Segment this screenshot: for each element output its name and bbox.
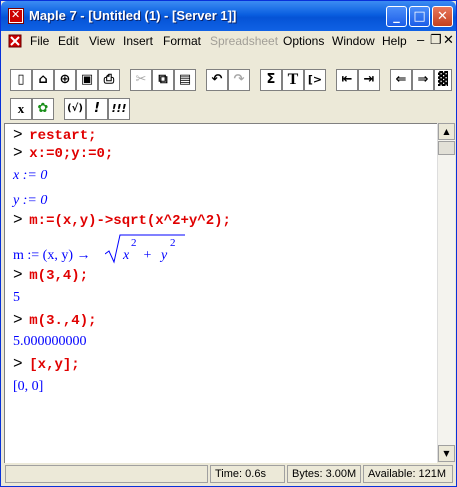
menu-edit[interactable]: Edit — [58, 34, 79, 48]
scroll-up-icon[interactable]: ▲ — [438, 123, 455, 140]
menu-options[interactable]: Options — [283, 34, 324, 48]
maximize-button[interactable]: □ — [409, 6, 430, 27]
paste-icon[interactable]: ▤ — [174, 69, 196, 91]
output-m-plus: + — [140, 248, 155, 263]
prompt: > — [13, 311, 23, 329]
vertical-scrollbar[interactable]: ▲ ▼ — [437, 123, 455, 462]
input-line-5[interactable]: > m(3.,4); — [13, 311, 97, 329]
stop-icon[interactable]: ▓ — [434, 69, 452, 91]
output-x-text: x := 0 — [13, 168, 48, 183]
output-y: y := 0 — [13, 193, 47, 209]
open-folder-icon[interactable]: ⌂ — [32, 69, 54, 91]
output-x: x := 0 — [13, 168, 47, 184]
menu-file[interactable]: File — [30, 34, 49, 48]
close-button[interactable]: ✕ — [432, 6, 453, 27]
prompt: > — [13, 355, 23, 373]
prompt: > — [13, 126, 23, 144]
main-toolbar: ▯ ⌂ ⊕ ▣ ⎙ ✂ ⧉ ▤ ↶ ↷ Σ T [> ⇤ ⇥ ⇐ ⇒ ▓ — [2, 67, 455, 93]
command-assign[interactable]: x:=0;y:=0; — [29, 146, 113, 162]
back-arrow-icon[interactable]: ⇐ — [390, 69, 412, 91]
menu-window[interactable]: Window — [332, 34, 375, 48]
status-bytes: Bytes: 3.00M — [287, 465, 361, 483]
status-time: Time: 0.6s — [210, 465, 285, 483]
doc-close-button[interactable]: ✕ — [443, 32, 454, 48]
new-file-icon[interactable]: ▯ — [10, 69, 32, 91]
title-bar[interactable]: ✕ Maple 7 - [Untitled (1) - [Server 1]] … — [1, 1, 456, 31]
document-icon[interactable] — [8, 34, 22, 48]
status-message — [5, 465, 208, 483]
menu-help[interactable]: Help — [382, 34, 407, 48]
undo-icon[interactable]: ↶ — [206, 69, 228, 91]
menu-bar: File Edit View Insert Format Spreadsheet… — [2, 31, 455, 51]
prompt: > — [13, 266, 23, 284]
output-m-lhs: m := (x, y) → — [13, 248, 91, 263]
input-line-3[interactable]: > m:=(x,y)->sqrt(x^2+y^2); — [13, 211, 231, 229]
text-button[interactable]: T — [282, 69, 304, 91]
prompt: > — [13, 144, 23, 162]
execute-button[interactable]: ! — [86, 98, 108, 120]
command-define-m[interactable]: m:=(x,y)->sqrt(x^2+y^2); — [29, 213, 231, 229]
input-line-2[interactable]: > x:=0;y:=0; — [13, 144, 113, 162]
maple-app-icon[interactable]: ✕ — [8, 8, 24, 24]
doc-minimize-button[interactable]: – — [417, 32, 424, 47]
execute-group-button[interactable]: [> — [304, 69, 326, 91]
context-toolbar: x ✿ (√) ! !!! — [2, 96, 455, 122]
command-restart[interactable]: restart; — [29, 128, 96, 144]
copy-icon[interactable]: ⧉ — [152, 69, 174, 91]
output-m-x: x — [123, 248, 130, 263]
menu-view[interactable]: View — [89, 34, 115, 48]
execute-all-button[interactable]: !!! — [108, 98, 130, 120]
doc-restore-button[interactable]: ❐ — [430, 32, 442, 48]
input-line-4[interactable]: > m(3,4); — [13, 266, 88, 284]
outdent-icon[interactable]: ⇤ — [336, 69, 358, 91]
output-m-x-exp: 2 — [131, 237, 137, 249]
math-mode-button[interactable]: x — [10, 98, 32, 120]
input-line-6[interactable]: > [x,y]; — [13, 355, 80, 373]
open-url-icon[interactable]: ⊕ — [54, 69, 76, 91]
command-m-int[interactable]: m(3,4); — [29, 268, 88, 284]
evaluate-button[interactable]: (√) — [64, 98, 86, 120]
menu-insert[interactable]: Insert — [123, 34, 153, 48]
prompt: > — [13, 211, 23, 229]
output-five: 5 — [13, 290, 20, 305]
scroll-thumb[interactable] — [438, 141, 455, 155]
command-m-float[interactable]: m(3.,4); — [29, 313, 96, 329]
menu-format[interactable]: Format — [163, 34, 201, 48]
window-title: Maple 7 - [Untitled (1) - [Server 1]] — [29, 8, 237, 23]
save-icon[interactable]: ▣ — [76, 69, 98, 91]
output-m-y-exp: 2 — [170, 237, 176, 249]
redo-icon[interactable]: ↷ — [228, 69, 250, 91]
menu-spreadsheet[interactable]: Spreadsheet — [210, 34, 278, 48]
indent-icon[interactable]: ⇥ — [358, 69, 380, 91]
cut-icon[interactable]: ✂ — [130, 69, 152, 91]
scroll-down-icon[interactable]: ▼ — [438, 445, 455, 462]
output-m-y: y — [161, 248, 168, 263]
maple-window: ✕ Maple 7 - [Untitled (1) - [Server 1]] … — [0, 0, 457, 487]
input-line-1[interactable]: > restart; — [13, 126, 97, 144]
minimize-button[interactable]: _ — [386, 6, 407, 27]
sum-button[interactable]: Σ — [260, 69, 282, 91]
output-float: 5.000000000 — [13, 334, 87, 349]
output-list: [0, 0] — [13, 379, 44, 394]
command-list[interactable]: [x,y]; — [29, 357, 79, 373]
worksheet[interactable]: > restart; > x:=0;y:=0; x := 0 y := 0 > … — [4, 123, 437, 463]
forward-arrow-icon[interactable]: ⇒ — [412, 69, 434, 91]
print-icon[interactable]: ⎙ — [98, 69, 120, 91]
maple-leaf-icon[interactable]: ✿ — [32, 98, 54, 120]
status-available: Available: 121M — [363, 465, 453, 483]
output-y-text: y := 0 — [13, 193, 48, 208]
status-bar: Time: 0.6s Bytes: 3.00M Available: 121M — [2, 463, 455, 486]
